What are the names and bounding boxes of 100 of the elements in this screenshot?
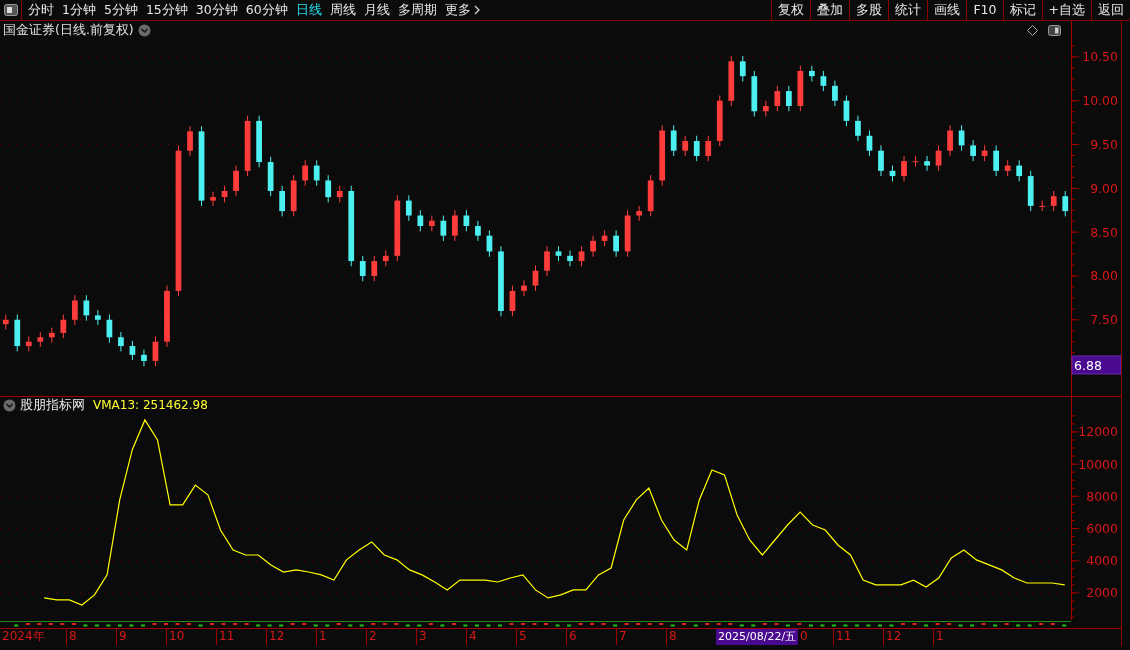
axis-label: 12	[883, 629, 934, 645]
candlestick	[1062, 190, 1069, 217]
candlestick	[590, 235, 596, 258]
candlestick	[210, 191, 216, 207]
period-tab[interactable]: 15分钟	[141, 0, 192, 20]
candlestick	[855, 115, 861, 142]
axis-label: 9	[116, 629, 166, 645]
diamond-icon[interactable]	[1027, 24, 1038, 36]
candlestick	[394, 194, 401, 262]
candlestick	[290, 174, 297, 217]
candlestick	[878, 144, 884, 177]
toolbar-button[interactable]: 叠加	[810, 0, 850, 20]
toolbar-button[interactable]: 复权	[771, 0, 811, 20]
candlestick	[313, 159, 320, 187]
candlestick	[774, 85, 781, 112]
candlestick	[739, 55, 746, 82]
panel-toggle-icon[interactable]	[1048, 24, 1061, 36]
candlestick	[958, 124, 965, 152]
panel-toggle-icon[interactable]	[3, 4, 18, 16]
period-tab[interactable]: 分时	[24, 0, 58, 20]
candlestick	[371, 255, 378, 282]
period-tab[interactable]: 月线	[359, 0, 394, 20]
candlestick	[659, 124, 666, 187]
candlestick	[924, 155, 930, 172]
chevron-right-icon	[473, 5, 480, 15]
candlestick	[221, 185, 228, 203]
dropdown-icon[interactable]	[137, 23, 151, 37]
candlestick	[187, 125, 193, 157]
candlestick	[336, 185, 343, 203]
candlestick	[889, 165, 896, 182]
period-tab[interactable]: 5分钟	[99, 0, 142, 20]
axis-label: 2024年	[1, 629, 46, 645]
candlestick	[981, 144, 988, 162]
candlestick	[1027, 170, 1034, 212]
period-tab[interactable]: 60分钟	[241, 0, 292, 20]
candlestick	[809, 65, 815, 82]
candlestick	[60, 314, 67, 339]
axis-label: 8.50	[1090, 224, 1118, 240]
candlestick	[405, 194, 412, 222]
candlestick	[1039, 200, 1046, 212]
candlestick	[14, 314, 21, 352]
period-tab[interactable]: 日线	[291, 0, 326, 20]
candlestick	[267, 156, 274, 197]
candlestick	[498, 245, 504, 317]
candlestick	[302, 159, 309, 187]
toolbar-button[interactable]: 多股	[849, 0, 889, 20]
period-tab[interactable]: 更多	[440, 0, 484, 20]
candlestick	[624, 209, 631, 258]
candlestick	[325, 174, 332, 203]
axis-label: 1	[316, 629, 366, 645]
axis-label: 4	[466, 629, 516, 645]
candlestick	[970, 139, 976, 162]
axis-label: 9.50	[1090, 137, 1118, 153]
axis-label: 8.00	[1090, 268, 1118, 284]
candlestick	[751, 70, 758, 117]
toolbar-button[interactable]: +自选	[1041, 0, 1091, 20]
axis-label: 11	[833, 629, 884, 645]
collapse-icon[interactable]	[3, 398, 16, 412]
candlestick	[452, 209, 458, 242]
candlestick	[1004, 159, 1011, 177]
candlestick	[601, 229, 608, 247]
candlestick	[152, 335, 159, 367]
indicator-name: 股朋指标网	[20, 395, 85, 414]
candlestick	[72, 294, 78, 326]
candlestick	[947, 124, 953, 157]
period-tab[interactable]: 30分钟	[191, 0, 242, 20]
axis-label: 12	[266, 629, 316, 645]
candlestick	[832, 80, 838, 107]
candlestick	[728, 55, 735, 107]
candlestick	[141, 349, 147, 367]
period-tab[interactable]: 周线	[325, 0, 360, 20]
toolbar-button[interactable]: 画线	[927, 0, 967, 20]
axis-label: 10.00	[1082, 93, 1118, 109]
candlestick	[83, 294, 90, 322]
toolbar-button[interactable]: 统计	[888, 0, 928, 20]
candlestick	[429, 215, 435, 232]
toolbar-button[interactable]: 标记	[1002, 0, 1042, 20]
candlestick	[417, 209, 424, 232]
toolbar-button[interactable]: F10	[966, 0, 1003, 20]
toolbar-button[interactable]: 返回	[1091, 0, 1130, 20]
candlestick	[509, 285, 516, 317]
candlestick	[762, 100, 769, 117]
date-tag: 2025/08/22/五	[716, 629, 799, 645]
candlestick	[578, 245, 585, 267]
candlestick	[935, 144, 942, 172]
candlestick	[682, 135, 689, 157]
axis-label: 10	[166, 629, 216, 645]
candlestick	[820, 70, 827, 92]
candlestick	[25, 335, 32, 352]
candlestick	[993, 144, 999, 177]
axis-label: 0	[799, 629, 809, 645]
candlestick	[106, 314, 113, 344]
candlestick	[1050, 190, 1057, 212]
axis-label: 10000	[1078, 456, 1118, 472]
candlestick	[2, 314, 9, 330]
period-tab[interactable]: 多周期	[393, 0, 441, 20]
candlestick	[636, 205, 642, 222]
candlestick	[95, 309, 101, 326]
axis-label: 7.50	[1090, 312, 1118, 328]
period-tab[interactable]: 1分钟	[58, 0, 100, 20]
